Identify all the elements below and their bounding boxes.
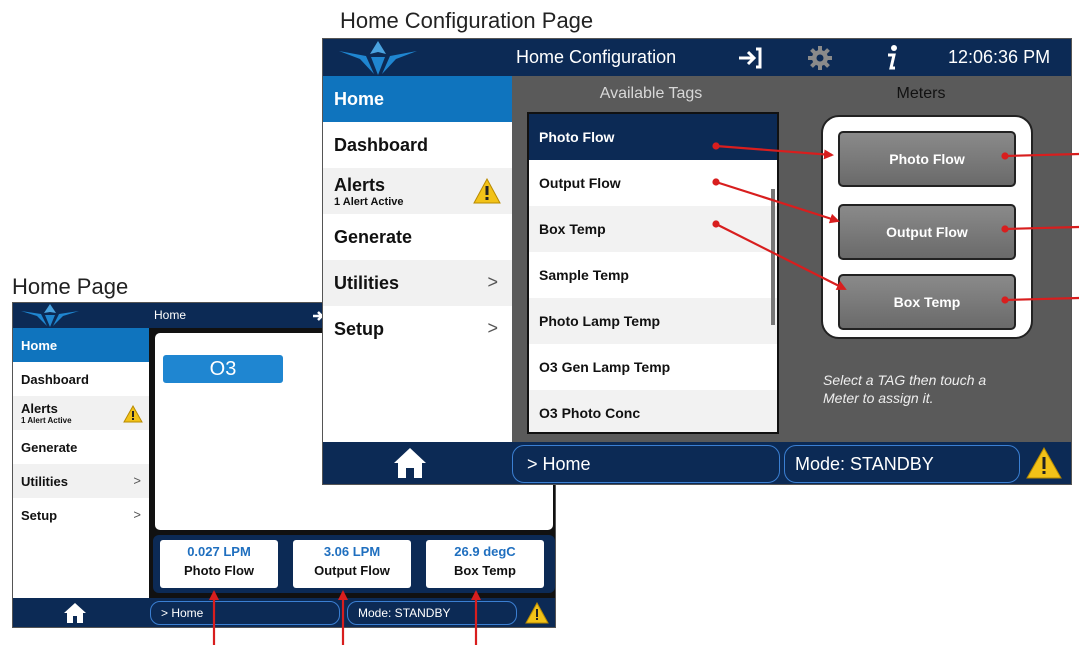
meter-value: 3.06 LPM xyxy=(323,544,381,559)
sidebar-item-alerts[interactable]: Alerts 1 Alert Active xyxy=(13,396,149,430)
sidebar-item-utilities[interactable]: Utilities > xyxy=(13,464,149,498)
meters-header: Meters xyxy=(896,85,946,102)
sidebar: Home Dashboard Alerts 1 Alert Active Gen… xyxy=(13,328,149,598)
list-item[interactable]: O3 Gen Lamp Temp xyxy=(529,344,777,390)
breadcrumb: > Home xyxy=(150,601,340,625)
meter-value: 26.9 degC xyxy=(454,544,516,559)
list-item[interactable]: Box Temp xyxy=(529,206,777,252)
clock: 12:06:36 PM xyxy=(948,47,1051,67)
warning-icon xyxy=(473,178,501,204)
sidebar-item-label: Utilities xyxy=(334,272,400,293)
sidebar-item-generate[interactable]: Generate xyxy=(13,430,149,464)
sidebar-item-dashboard[interactable]: Dashboard xyxy=(323,122,512,168)
breadcrumb: > Home xyxy=(512,445,780,483)
sidebar-item-generate[interactable]: Generate xyxy=(323,214,512,260)
home-icon[interactable] xyxy=(393,447,427,479)
sidebar-item-label: Utilities xyxy=(21,473,68,489)
sidebar: Home Dashboard Alerts 1 Alert Active Gen… xyxy=(323,76,512,442)
meter-output-flow[interactable]: 3.06 LPM Output Flow xyxy=(293,540,411,588)
chevron-right-icon: > xyxy=(133,473,141,488)
list-item[interactable]: Photo Lamp Temp xyxy=(529,298,777,344)
logo-icon xyxy=(21,304,79,327)
sidebar-item-setup[interactable]: Setup > xyxy=(323,306,512,352)
sidebar-item-label: Home xyxy=(21,337,58,353)
chevron-right-icon: > xyxy=(487,318,498,338)
warning-icon[interactable] xyxy=(525,602,549,624)
chevron-right-icon: > xyxy=(133,507,141,522)
screen-title: Home Configuration xyxy=(516,47,677,67)
screen-title: Home xyxy=(154,308,187,322)
sidebar-item-utilities[interactable]: Utilities > xyxy=(323,260,512,306)
meter-label: Photo Flow xyxy=(183,563,255,578)
o3-selector[interactable]: O3 xyxy=(163,355,283,383)
gear-icon[interactable] xyxy=(807,45,833,71)
warning-icon[interactable] xyxy=(1026,447,1062,479)
meter-box-temp[interactable]: 26.9 degC Box Temp xyxy=(426,540,544,588)
instruction-text: Select a TAG then touch a Meter to assig… xyxy=(823,371,1043,407)
meter-button-box-temp[interactable]: Box Temp xyxy=(838,274,1016,330)
instruction-line: Meter to assign it. xyxy=(823,390,934,406)
list-item[interactable]: Output Flow xyxy=(529,160,777,206)
sidebar-item-label: Setup xyxy=(21,507,58,523)
meter-button-output-flow[interactable]: Output Flow xyxy=(838,204,1016,260)
mode-status: Mode: STANDBY xyxy=(347,601,517,625)
available-tags-header: Available Tags xyxy=(599,85,703,102)
sidebar-item-label: Generate xyxy=(334,226,413,247)
meter-button-photo-flow[interactable]: Photo Flow xyxy=(838,131,1016,187)
home-config-screen: Home Configuration 12:06:36 PM Home Dash… xyxy=(322,38,1072,485)
sidebar-item-alerts[interactable]: Alerts 1 Alert Active xyxy=(323,168,512,214)
sidebar-item-dashboard[interactable]: Dashboard xyxy=(13,362,149,396)
chevron-right-icon: > xyxy=(487,272,498,292)
sidebar-item-setup[interactable]: Setup > xyxy=(13,498,149,532)
meter-photo-flow[interactable]: 0.027 LPM Photo Flow xyxy=(160,540,278,588)
home-page-caption: Home Page xyxy=(12,274,129,299)
sidebar-item-label: Home xyxy=(334,88,385,109)
warning-icon xyxy=(123,405,143,423)
meter-label: Output Flow xyxy=(314,563,390,578)
list-item[interactable]: Sample Temp xyxy=(529,252,777,298)
sidebar-item-label: Dashboard xyxy=(334,134,429,155)
sidebar-item-home[interactable]: Home xyxy=(323,76,512,122)
home-icon[interactable] xyxy=(63,602,87,624)
sidebar-item-label: Alerts xyxy=(334,174,386,195)
sidebar-item-label: Dashboard xyxy=(21,371,89,387)
meters-box: Photo Flow Output Flow Box Temp xyxy=(821,115,1033,339)
meter-label: Box Temp xyxy=(454,563,516,578)
available-tags-list: Photo Flow Output Flow Box Temp Sample T… xyxy=(527,112,779,434)
sidebar-item-label: Alerts xyxy=(21,401,58,416)
instruction-line: Select a TAG then touch a xyxy=(823,372,987,388)
alert-count: 1 Alert Active xyxy=(21,416,72,425)
sidebar-item-home[interactable]: Home xyxy=(13,328,149,362)
sidebar-item-label: Generate xyxy=(21,439,78,455)
login-icon[interactable] xyxy=(737,46,763,70)
list-item[interactable]: O3 Photo Conc xyxy=(529,390,777,432)
home-config-caption: Home Configuration Page xyxy=(340,8,594,33)
scrollbar[interactable] xyxy=(771,189,775,325)
sidebar-item-label: Setup xyxy=(334,318,385,339)
info-icon[interactable] xyxy=(883,44,901,72)
mode-status: Mode: STANDBY xyxy=(784,445,1020,483)
top-bar: Home Configuration 12:06:36 PM xyxy=(323,39,1071,76)
list-item[interactable]: Photo Flow xyxy=(529,114,777,160)
alert-count: 1 Alert Active xyxy=(334,195,404,208)
logo-icon xyxy=(339,41,417,75)
meter-value: 0.027 LPM xyxy=(187,544,251,559)
